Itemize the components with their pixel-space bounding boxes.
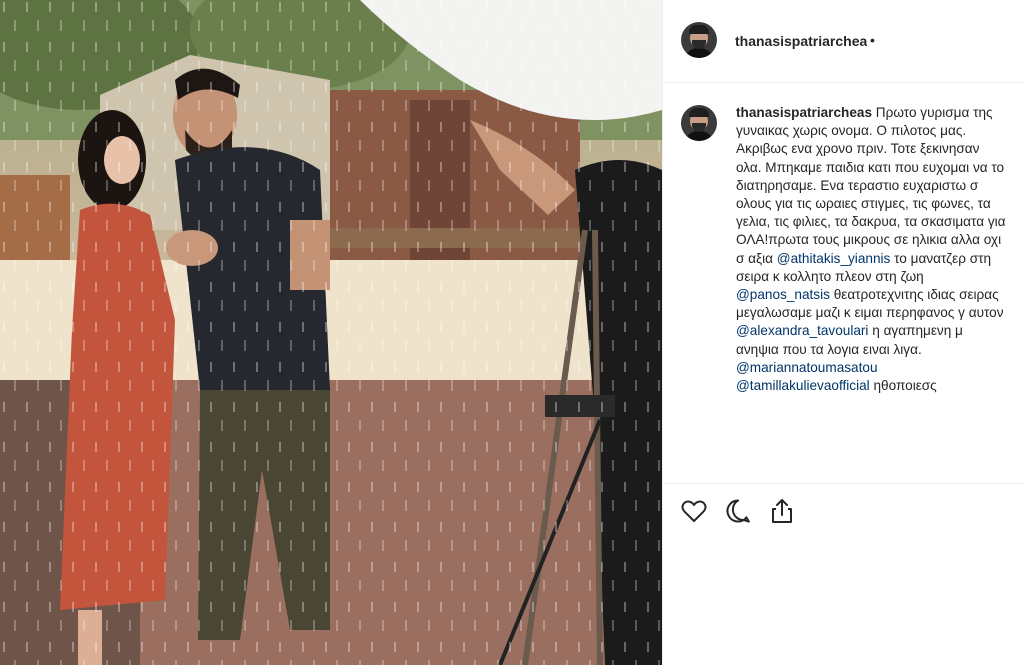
share-icon[interactable] <box>768 497 796 525</box>
mention-link[interactable]: @panos_natsis <box>736 287 830 302</box>
heart-icon[interactable] <box>680 497 708 525</box>
post-sidebar: thanasispatriarcheas • thanasispatriarch… <box>662 0 1024 665</box>
caption-text: thanasispatriarcheas Πρωτο γυρισμα της γ… <box>736 104 1006 395</box>
mention-link[interactable]: @tamillakulievaofficial <box>736 378 870 393</box>
mention-link[interactable]: @alexandra_tavoulari <box>736 323 868 338</box>
comment-icon[interactable] <box>724 497 752 525</box>
post-header: thanasispatriarcheas • <box>663 0 1024 83</box>
post-photo[interactable] <box>0 0 662 665</box>
mention-link[interactable]: @mariannatoumasatou <box>736 360 878 375</box>
caption-section: thanasispatriarcheas Πρωτο γυρισμα της γ… <box>663 83 1024 483</box>
caption-avatar[interactable] <box>681 105 717 141</box>
avatar[interactable] <box>681 22 717 58</box>
action-bar <box>663 483 1024 535</box>
caption-username[interactable]: thanasispatriarcheas <box>736 105 872 120</box>
photo-scene <box>0 0 662 665</box>
header-username[interactable]: thanasispatriarcheas <box>735 33 867 49</box>
mention-link[interactable]: @athitakis_yiannis <box>777 251 891 266</box>
header-dot: • <box>870 32 875 48</box>
caption-body-1: Πρωτο γυρισμα της γυναικας χωρις ονομα. … <box>736 105 1006 266</box>
caption-body-5: ηθοποιεσς <box>873 378 937 394</box>
